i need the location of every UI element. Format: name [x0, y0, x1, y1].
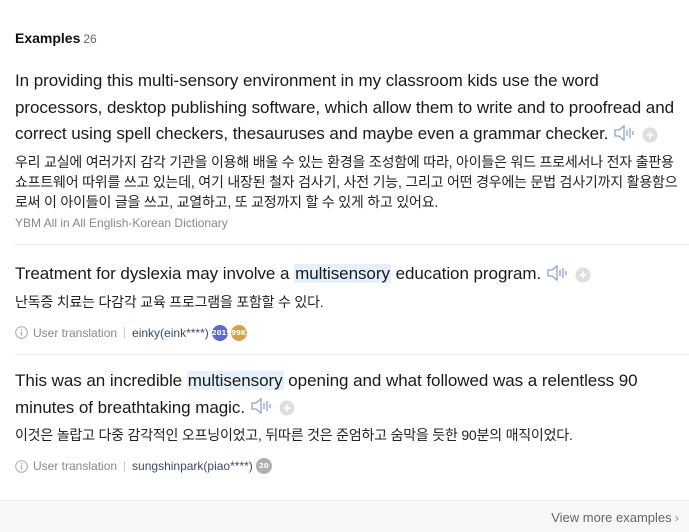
example-english: Treatment for dyslexia may involve a mul… [15, 261, 684, 288]
translation-meta: User translation einky(eink****) 2019 99… [15, 324, 684, 342]
speaker-icon[interactable] [249, 396, 273, 416]
plus-icon[interactable] [575, 265, 591, 283]
example-korean: 이것은 놀랍고 다중 감각적인 오프닝이었고, 뒤따른 것은 준엄하고 숨막을 … [15, 427, 573, 443]
separator [124, 327, 126, 338]
example-english-text: In providing this multi-sensory environm… [15, 71, 675, 143]
example-english: In providing this multi-sensory environm… [15, 68, 684, 148]
info-icon[interactable] [15, 326, 28, 339]
user-link[interactable]: einky(eink****) [132, 326, 209, 340]
user-link[interactable]: sungshinpark(piao****) [132, 459, 253, 473]
plus-icon[interactable] [279, 398, 295, 416]
translation-label: User translation [33, 325, 118, 340]
example-korean: 난독증 치료는 다감각 교육 프로그램을 포함할 수 있다. [15, 293, 324, 310]
example-item: This was an incredible multisensory open… [15, 368, 684, 475]
examples-title: Examples [15, 30, 81, 46]
view-more-examples-link[interactable]: View more examples › [551, 510, 679, 525]
example-item: Treatment for dyslexia may involve a mul… [15, 261, 684, 342]
translation-meta: User translation sungshinpark(piao****) … [15, 457, 684, 475]
chevron-right-icon: › [674, 510, 679, 525]
plus-icon[interactable] [642, 125, 658, 143]
separator [124, 460, 126, 472]
translation-label: User translation [33, 459, 118, 473]
view-more-label: View more examples [551, 510, 672, 525]
example-source: YBM All in All English-Korean Dictionary [15, 215, 228, 230]
examples-panel: Examples 26 In providing this multi-senso… [0, 0, 689, 532]
info-icon[interactable] [15, 459, 28, 473]
example-item: In providing this multi-sensory environm… [15, 68, 684, 231]
highlighted-term: multisensory [186, 371, 284, 390]
highlighted-term: multisensory [294, 264, 391, 283]
examples-count: 26 [83, 32, 97, 46]
year-badge: 2019 [211, 324, 231, 341]
examples-footer: View more examples › [0, 500, 689, 532]
example-english-after: education program. [390, 264, 542, 283]
example-english-before: This was an incredible [15, 371, 187, 390]
example-english: This was an incredible multisensory open… [15, 368, 684, 421]
level-badge: 20 [255, 458, 272, 474]
divider [15, 354, 689, 355]
speaker-icon[interactable] [612, 123, 636, 143]
divider [15, 244, 689, 245]
example-english-before: Treatment for dyslexia may involve a [15, 264, 295, 283]
example-korean: 우리 교실에 여러가지 감각 기관을 이용해 배울 수 있는 환경을 조성함에 … [15, 153, 678, 210]
points-badge: 99K [230, 324, 247, 341]
speaker-icon[interactable] [545, 263, 569, 283]
examples-header: Examples 26 [15, 30, 97, 47]
